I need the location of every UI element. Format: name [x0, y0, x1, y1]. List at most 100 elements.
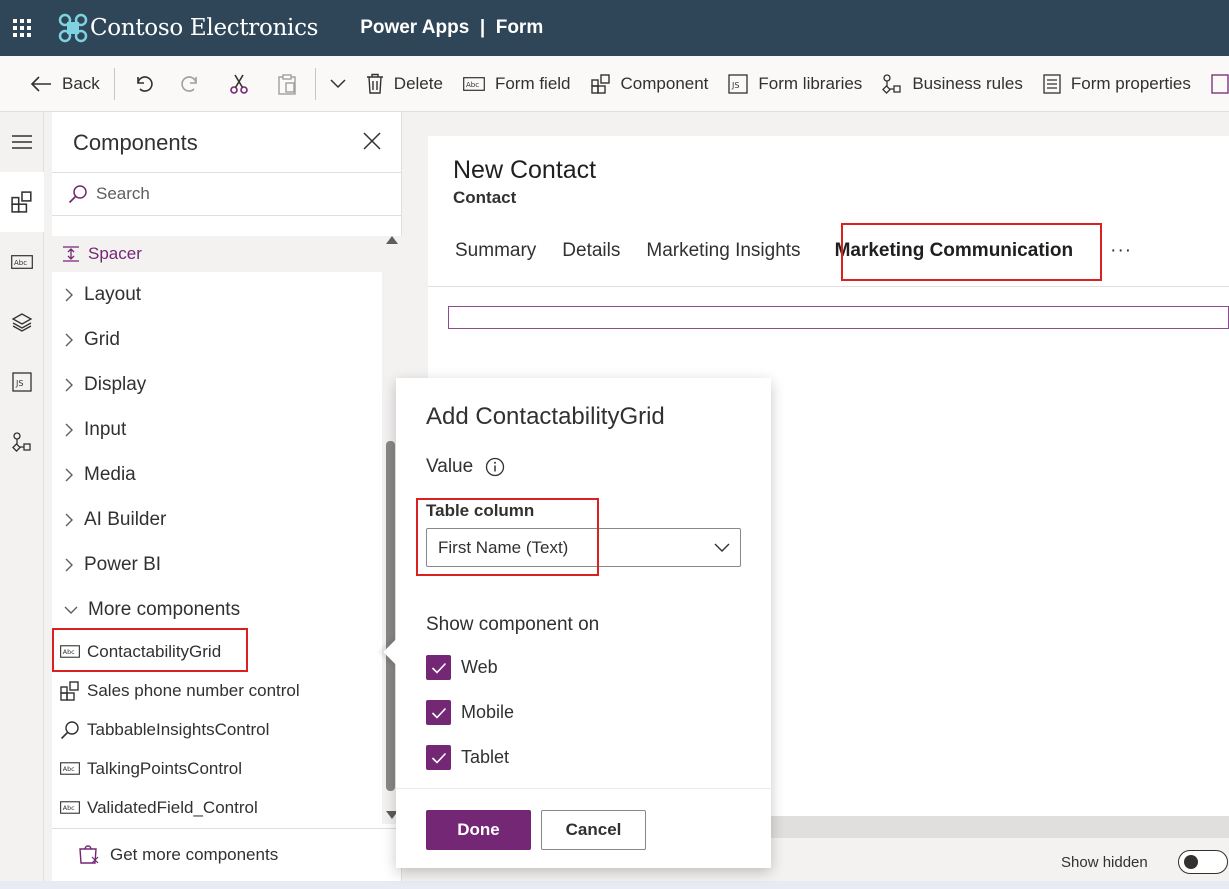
component-button[interactable]: Component [581, 64, 719, 104]
business-rules-label: Business rules [912, 73, 1023, 93]
more-tabs-button[interactable]: ··· [1096, 240, 1146, 262]
app-header: Contoso Electronics Power Apps | Form [0, 0, 1229, 56]
store-bag-icon [79, 844, 99, 864]
form-field-button[interactable]: Abc Form field [453, 64, 581, 104]
more-commands-button[interactable] [320, 64, 356, 104]
close-icon [363, 132, 381, 150]
show-hidden-toggle[interactable] [1177, 850, 1228, 874]
component-label: Component [620, 73, 709, 93]
checkbox-checked[interactable] [426, 700, 451, 725]
checkmark-icon [431, 662, 446, 674]
svg-text:Abc: Abc [466, 81, 479, 89]
category-media[interactable]: Media [52, 452, 382, 497]
category-power-bi[interactable]: Power BI [52, 542, 382, 587]
category-label: Grid [84, 328, 120, 350]
js-file-icon: JS [728, 73, 749, 94]
checkbox-tablet[interactable]: Tablet [426, 745, 509, 770]
overflow-command-button[interactable] [1201, 64, 1229, 104]
spacer-label: Spacer [88, 244, 142, 263]
category-layout[interactable]: Layout [52, 272, 382, 317]
form-libraries-button[interactable]: JS Form libraries [718, 64, 872, 104]
checkbox-web[interactable]: Web [426, 655, 498, 680]
component-sales-phone-number-control[interactable]: Sales phone number control [52, 671, 382, 710]
app-launcher-icon[interactable] [0, 0, 44, 56]
highlight-selected-tab [841, 223, 1102, 281]
tab-marketing-insights[interactable]: Marketing Insights [633, 240, 813, 262]
tab-summary[interactable]: Summary [442, 240, 549, 262]
category-label: Media [84, 463, 136, 485]
category-more-components[interactable]: More components [52, 587, 382, 632]
component-label: TalkingPointsControl [87, 758, 242, 778]
components-panel: Components Search Spacer Layout Grid Dis… [52, 112, 402, 889]
undo-button[interactable] [119, 64, 167, 104]
form-properties-label: Form properties [1070, 73, 1191, 93]
category-label: AI Builder [84, 508, 167, 530]
checkbox-checked[interactable] [426, 745, 451, 770]
toggle-knob [1183, 855, 1198, 869]
text-field-icon: Abc [60, 759, 80, 779]
component-spacer[interactable]: Spacer [52, 236, 382, 272]
callout-footer-divider [396, 788, 771, 789]
svg-text:Abc: Abc [63, 766, 75, 773]
category-label: Layout [84, 283, 142, 305]
selected-section[interactable] [448, 306, 1229, 329]
value-section-label: Value [426, 456, 505, 478]
search-icon [68, 185, 87, 204]
category-ai-builder[interactable]: AI Builder [52, 497, 382, 542]
business-rules-button[interactable]: Business rules [872, 64, 1033, 104]
checkmark-icon [431, 752, 446, 764]
category-input[interactable]: Input [52, 407, 382, 452]
js-file-icon: JS [12, 372, 32, 392]
hamburger-menu-button[interactable] [0, 112, 44, 172]
highlight-contactabilitygrid [52, 628, 248, 672]
category-grid[interactable]: Grid [52, 317, 382, 362]
component-icon [60, 680, 80, 701]
redo-button[interactable] [167, 64, 215, 104]
form-properties-button[interactable]: Form properties [1033, 64, 1201, 104]
divider [113, 67, 115, 100]
chevron-right-icon [65, 468, 73, 481]
paste-button[interactable] [263, 64, 311, 104]
done-button[interactable]: Done [426, 810, 531, 850]
show-component-on-label: Show component on [426, 614, 600, 635]
back-label: Back [62, 73, 100, 93]
category-label: Display [84, 373, 147, 395]
rail-table-columns-button[interactable]: Abc [0, 232, 44, 292]
checkbox-mobile[interactable]: Mobile [426, 700, 514, 725]
tab-details[interactable]: Details [549, 240, 633, 262]
callout-body: Add ContactabilityGrid Value Table colum… [396, 378, 771, 868]
checkbox-checked[interactable] [426, 655, 451, 680]
redo-icon [181, 75, 197, 92]
svg-text:JS: JS [731, 81, 739, 90]
close-panel-button[interactable] [363, 132, 381, 155]
value-label: Value [426, 456, 474, 477]
checkbox-label: Tablet [461, 747, 510, 767]
hamburger-icon [12, 135, 32, 149]
category-label: Power BI [84, 553, 162, 575]
component-validatedfield-control[interactable]: Abc ValidatedField_Control [52, 788, 382, 827]
chevron-right-icon [65, 513, 73, 526]
cancel-button[interactable]: Cancel [541, 810, 646, 850]
get-more-components-link[interactable]: Get more components [52, 828, 402, 880]
rail-components-button[interactable] [0, 172, 44, 232]
delete-button[interactable]: Delete [356, 64, 453, 104]
component-talkingpointscontrol[interactable]: Abc TalkingPointsControl [52, 749, 382, 788]
rail-tree-view-button[interactable] [0, 292, 44, 352]
cut-button[interactable] [215, 64, 263, 104]
info-icon[interactable] [485, 457, 505, 477]
category-display[interactable]: Display [52, 362, 382, 407]
left-rail: Abc JS [0, 112, 44, 889]
search-icon [60, 720, 80, 740]
highlight-table-column [416, 498, 599, 576]
scrollbar-thumb[interactable] [386, 441, 395, 791]
chevron-right-icon [65, 288, 73, 301]
scroll-up-icon[interactable] [386, 236, 398, 244]
component-tabbableinsightscontrol[interactable]: TabbableInsightsControl [52, 710, 382, 749]
delete-label: Delete [393, 73, 443, 93]
rail-form-libraries-button[interactable]: JS [0, 352, 44, 412]
rail-business-rules-button[interactable] [0, 412, 44, 472]
text-field-icon: Abc [60, 798, 80, 818]
back-button[interactable]: Back [0, 64, 110, 104]
search-input[interactable]: Search [52, 172, 402, 216]
text-field-icon: Abc [463, 76, 485, 91]
